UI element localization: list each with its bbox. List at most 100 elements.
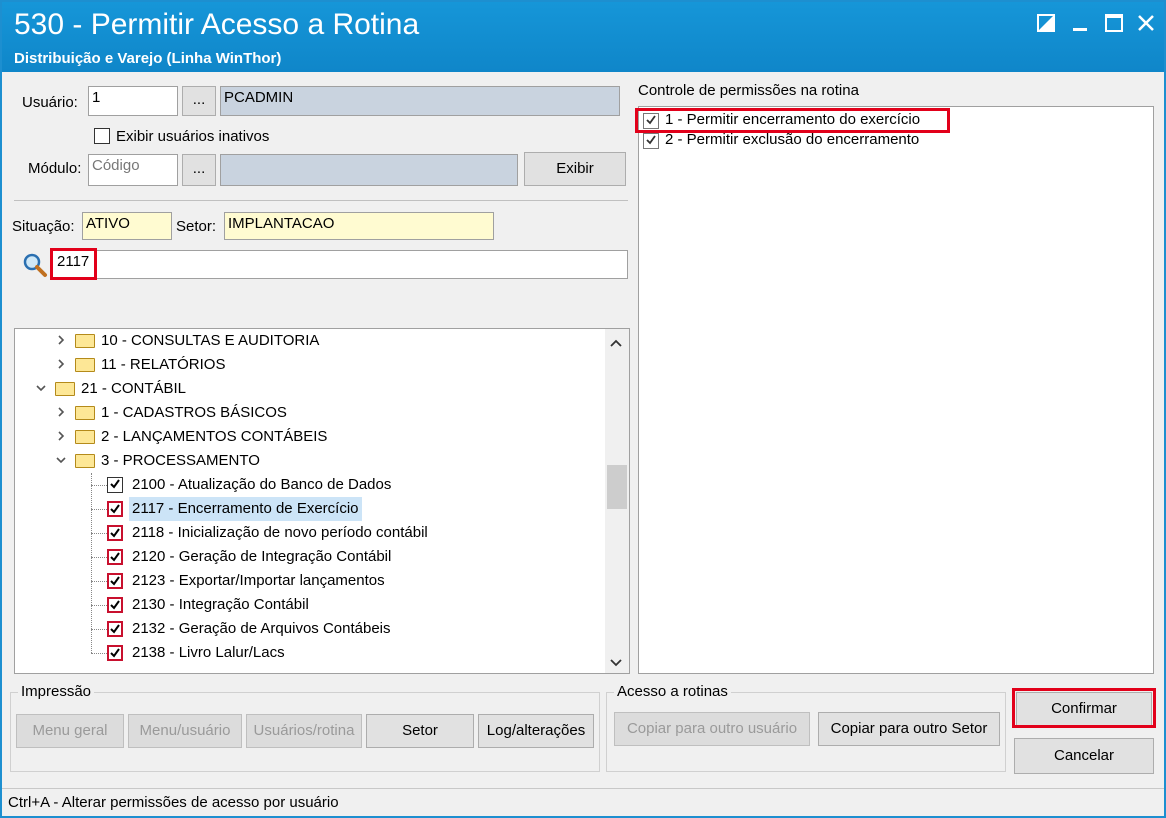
tree-item[interactable]: 2120 - Geração de Integração Contábil [15, 545, 605, 569]
exibir-button[interactable]: Exibir [524, 152, 626, 186]
scroll-thumb[interactable] [607, 465, 627, 509]
tree-connector [91, 581, 107, 582]
title-bar[interactable]: 530 - Permitir Acesso a Rotina Distribui… [2, 2, 1164, 72]
close-icon[interactable] [1132, 10, 1160, 36]
tree-item[interactable]: 3 - PROCESSAMENTO [15, 449, 605, 473]
modulo-code-input[interactable]: Código [88, 154, 178, 186]
tree-item[interactable]: 1 - CADASTROS BÁSICOS [15, 401, 605, 425]
folder-icon [75, 430, 95, 444]
tree-item-checkbox[interactable] [107, 549, 123, 565]
permission-highlight [635, 108, 950, 133]
tree-item-checkbox[interactable] [107, 477, 123, 493]
tree-item-checkbox[interactable] [107, 525, 123, 541]
tree-item[interactable]: 2100 - Atualização do Banco de Dados [15, 473, 605, 497]
tree-item[interactable]: 2132 - Geração de Arquivos Contábeis [15, 617, 605, 641]
chevron-right-icon[interactable] [55, 425, 67, 449]
tree-item[interactable]: 2 - LANÇAMENTOS CONTÁBEIS [15, 425, 605, 449]
tree-connector [91, 533, 107, 534]
tree-vline [91, 473, 92, 653]
log-alteracoes-button[interactable]: Log/alterações [478, 714, 594, 748]
impressao-label: Impressão [18, 683, 95, 700]
tree-item-label: 2123 - Exportar/Importar lançamentos [132, 572, 385, 589]
tree-item-label: 2130 - Integração Contábil [132, 596, 309, 613]
tree-item-checkbox[interactable] [107, 501, 123, 517]
tree-item-checkbox[interactable] [107, 573, 123, 589]
tree-item-checkbox[interactable] [107, 621, 123, 637]
tree-item[interactable]: 2118 - Inicialização de novo período con… [15, 521, 605, 545]
permissions-list[interactable]: 1 - Permitir encerramento do exercício 2 … [638, 106, 1154, 674]
chevron-right-icon[interactable] [55, 353, 67, 377]
confirmar-highlight [1012, 688, 1156, 728]
acesso-label: Acesso a rotinas [614, 683, 731, 700]
inativos-checkbox[interactable] [94, 128, 110, 144]
tree-item-label: 3 - PROCESSAMENTO [101, 452, 260, 469]
tree-item[interactable]: 2130 - Integração Contábil [15, 593, 605, 617]
tree-connector [91, 629, 107, 630]
permission-checkbox[interactable] [643, 133, 659, 149]
restore-icon[interactable] [1032, 10, 1060, 36]
tree-item[interactable]: 2117 - Encerramento de Exercício [15, 497, 605, 521]
tree-item[interactable]: 2123 - Exportar/Importar lançamentos [15, 569, 605, 593]
usuario-browse-button[interactable]: ... [182, 86, 216, 116]
tree-item-label: 10 - CONSULTAS E AUDITORIA [101, 332, 320, 349]
tree-item[interactable]: 10 - CONSULTAS E AUDITORIA [15, 329, 605, 353]
routine-tree[interactable]: 10 - CONSULTAS E AUDITORIA 11 - RELATÓRIO… [14, 328, 630, 674]
tree-item-label: 2 - LANÇAMENTOS CONTÁBEIS [101, 428, 328, 445]
tree-connector [91, 605, 107, 606]
minimize-icon[interactable] [1066, 10, 1094, 36]
situacao-field: ATIVO [82, 212, 172, 240]
setor-field: IMPLANTACAO [224, 212, 494, 240]
usuario-label: Usuário: [22, 94, 78, 111]
window-subtitle: Distribuição e Varejo (Linha WinThor) [14, 50, 282, 67]
tree-item[interactable]: 11 - RELATÓRIOS [15, 353, 605, 377]
tree-item[interactable]: 21 - CONTÁBIL [15, 377, 605, 401]
folder-icon [75, 334, 95, 348]
app-window: 530 - Permitir Acesso a Rotina Distribui… [0, 0, 1166, 818]
setor-button[interactable]: Setor [366, 714, 474, 748]
permission-label: 2 - Permitir exclusão do encerramento [665, 131, 920, 148]
tree-connector [91, 509, 107, 510]
situacao-label: Situação: [12, 218, 75, 235]
divider [14, 200, 628, 201]
copiar-usuario-button[interactable]: Copiar para outro usuário [614, 712, 810, 746]
tree-item-label: 11 - RELATÓRIOS [101, 356, 226, 373]
chevron-right-icon[interactable] [55, 329, 67, 353]
modulo-browse-button[interactable]: ... [182, 154, 216, 186]
tree-item-label: 2100 - Atualização do Banco de Dados [132, 476, 392, 493]
scroll-down-icon[interactable] [609, 655, 623, 672]
search-input[interactable]: 2117 [52, 250, 628, 279]
chevron-down-icon[interactable] [35, 377, 47, 401]
folder-icon [75, 406, 95, 420]
folder-icon [55, 382, 75, 396]
search-highlight [50, 248, 97, 280]
tree-item-checkbox[interactable] [107, 597, 123, 613]
tree-item-checkbox[interactable] [107, 645, 123, 661]
inativos-label: Exibir usuários inativos [116, 128, 270, 145]
tree-item-label: 2138 - Livro Lalur/Lacs [132, 644, 285, 661]
tree-item-label: 21 - CONTÁBIL [81, 380, 187, 397]
usuario-name-field: PCADMIN [220, 86, 620, 116]
setor-label: Setor: [176, 218, 217, 235]
copiar-setor-button[interactable]: Copiar para outro Setor [818, 712, 1000, 746]
maximize-icon[interactable] [1100, 10, 1128, 36]
tree-item-label: 2117 - Encerramento de Exercício [129, 497, 362, 521]
menu-usuario-button[interactable]: Menu/usuário [128, 714, 242, 748]
cancelar-button[interactable]: Cancelar [1014, 738, 1154, 774]
chevron-down-icon[interactable] [55, 449, 67, 473]
modulo-name-field [220, 154, 518, 186]
usuario-code-input[interactable]: 1 [88, 86, 178, 116]
window-title: 530 - Permitir Acesso a Rotina [14, 8, 420, 41]
tree-item-label: 1 - CADASTROS BÁSICOS [101, 404, 287, 421]
status-text: Ctrl+A - Alterar permissões de acesso po… [8, 794, 339, 811]
tree-connector [91, 557, 107, 558]
tree-scrollbar[interactable] [605, 329, 629, 673]
search-icon [22, 252, 48, 278]
scroll-up-icon[interactable] [609, 335, 623, 351]
chevron-right-icon[interactable] [55, 401, 67, 425]
tree-connector [91, 653, 107, 654]
usuarios-rotina-button[interactable]: Usuários/rotina [246, 714, 362, 748]
folder-icon [75, 454, 95, 468]
folder-icon [75, 358, 95, 372]
tree-item[interactable]: 2138 - Livro Lalur/Lacs [15, 641, 605, 665]
menu-geral-button[interactable]: Menu geral [16, 714, 124, 748]
